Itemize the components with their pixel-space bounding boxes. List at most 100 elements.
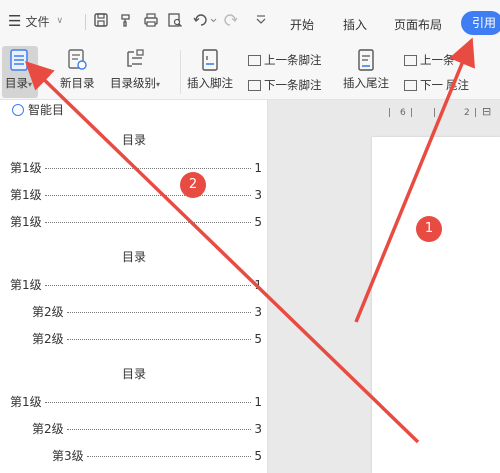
- insert-endnote-button[interactable]: 插入尾注: [343, 48, 389, 91]
- toc-leader-dots: [66, 339, 252, 340]
- toc-entry-page: 3: [254, 305, 262, 319]
- toc-leader-dots: [86, 456, 252, 457]
- ruler-tick: |: [388, 108, 392, 118]
- undo-icon[interactable]: [192, 12, 218, 30]
- prev-footnote-icon: [248, 54, 261, 66]
- divider: [180, 50, 181, 94]
- prev-footnote-label: 上一条脚注: [264, 53, 322, 67]
- toc-entry-text: 第1级: [10, 395, 42, 409]
- toc-style-title: 目录: [121, 133, 146, 147]
- toc-entry[interactable]: 第1级 3: [10, 186, 262, 203]
- toc-leader-dots: [66, 429, 252, 430]
- toc-leader-dots: [44, 285, 252, 286]
- toc-level-button[interactable]: 目录级别▾: [110, 48, 160, 91]
- divider: [85, 14, 86, 30]
- toc-leader-dots: [44, 168, 252, 169]
- file-menu-label: 文件: [25, 14, 50, 29]
- toc-entry[interactable]: 第2级 3: [32, 420, 262, 437]
- toc-entry-text: 第2级: [32, 305, 64, 319]
- toc-leader-dots: [44, 402, 252, 403]
- toc-entry-text: 第1级: [10, 188, 42, 202]
- insert-endnote-label: 插入尾注: [343, 76, 389, 90]
- format-painter-icon[interactable]: [117, 12, 135, 30]
- tab-references[interactable]: 引用: [461, 11, 500, 35]
- ruler-mark: 2: [464, 108, 470, 118]
- ruler-tick: |: [410, 108, 414, 118]
- next-endnote-button[interactable]: 下一 尾注: [404, 77, 469, 93]
- toc-entry-page: 3: [254, 188, 262, 202]
- toc-leader-dots: [44, 195, 252, 196]
- tab-home[interactable]: 开始: [290, 16, 314, 33]
- smart-toc-label: 智能目: [28, 103, 65, 117]
- insert-footnote-label: 插入脚注: [187, 76, 233, 90]
- toc-entry-page: 5: [254, 332, 262, 346]
- toc-leader-dots: [44, 222, 252, 223]
- annotation-badge-1: 1: [416, 216, 442, 242]
- toc-entry[interactable]: 第1级 1: [10, 393, 262, 410]
- toc-entry-page: 1: [254, 395, 262, 409]
- toc-button[interactable]: 目录▾: [5, 48, 32, 91]
- toc-style-title: 目录: [121, 250, 146, 264]
- toc-entry[interactable]: 第1级 1: [10, 276, 262, 293]
- smart-toc-icon: [12, 103, 24, 116]
- next-endnote-icon: [404, 79, 417, 91]
- toc-style-title: 目录: [121, 367, 146, 381]
- toc-entry-page: 1: [254, 278, 262, 292]
- toc-entry-text: 第2级: [32, 422, 64, 436]
- file-menu[interactable]: ☰ 文件 ∨: [8, 12, 63, 30]
- prev-footnote-button[interactable]: 上一条脚注: [248, 52, 322, 68]
- toc-entry[interactable]: 第1级 5: [10, 213, 262, 230]
- toc-entry-page: 5: [254, 449, 262, 463]
- update-toc-icon: [68, 49, 87, 70]
- toc-icon: [9, 49, 28, 71]
- save-icon[interactable]: [92, 12, 110, 30]
- prev-endnote-icon: [404, 54, 417, 66]
- next-endnote-suffix: 尾注: [446, 78, 469, 92]
- ruler-mark: 6: [400, 108, 406, 118]
- toc-entry-page: 5: [254, 215, 262, 229]
- smart-toc-option[interactable]: 智能目: [12, 101, 64, 118]
- insert-endnote-icon: [358, 49, 374, 71]
- menu-icon: ☰: [8, 12, 22, 30]
- customize-toolbar-icon[interactable]: [252, 12, 270, 30]
- prev-endnote-button[interactable]: 上一条: [404, 52, 455, 68]
- ruler-indent-marker-icon[interactable]: ⊟: [482, 105, 491, 118]
- toc-entry[interactable]: 第1级 1: [10, 159, 262, 176]
- toc-entry-text: 第1级: [10, 215, 42, 229]
- toc-entry-text: 第2级: [32, 332, 64, 346]
- update-toc-button[interactable]: 新目录: [60, 48, 95, 91]
- toc-entry-text: 第1级: [10, 161, 42, 175]
- next-endnote-label: 下一: [420, 78, 443, 92]
- toc-entry-page: 3: [254, 422, 262, 436]
- tab-insert[interactable]: 插入: [343, 16, 367, 33]
- annotation-badge-2: 2: [180, 172, 206, 198]
- insert-footnote-button[interactable]: 插入脚注: [187, 48, 233, 91]
- ruler-tick: |: [474, 108, 478, 118]
- toc-entry-text: 第3级: [52, 449, 84, 463]
- ruler: | 6 | | 2 | ⊟: [268, 102, 500, 124]
- chevron-down-icon: ∨: [56, 16, 64, 26]
- print-icon[interactable]: [142, 12, 160, 30]
- ribbon: 目录▾ 新目录 目录级别▾ 插入脚注 上一条脚注 下一条脚注 插入尾注 上一条 …: [0, 44, 500, 100]
- document-page[interactable]: [372, 137, 500, 473]
- next-footnote-button[interactable]: 下一条脚注: [248, 77, 322, 93]
- toc-label: 目录: [5, 76, 28, 90]
- update-toc-label: 新目录: [60, 76, 95, 90]
- toc-entry-text: 第1级: [10, 278, 42, 292]
- toc-entry-page: 1: [254, 161, 262, 175]
- ruler-tick: |: [433, 108, 437, 118]
- next-footnote-label: 下一条脚注: [264, 78, 322, 92]
- toc-entry[interactable]: 第2级 5: [32, 330, 262, 347]
- tab-page-layout[interactable]: 页面布局: [394, 16, 442, 33]
- insert-footnote-icon: [202, 49, 218, 71]
- toc-level-icon: [127, 49, 144, 67]
- toc-leader-dots: [66, 312, 252, 313]
- print-preview-icon[interactable]: [166, 12, 184, 30]
- toc-level-label: 目录级别: [110, 76, 156, 90]
- redo-icon[interactable]: [222, 12, 240, 30]
- toc-entry[interactable]: 第2级 3: [32, 303, 262, 320]
- toc-entry[interactable]: 第3级 5: [52, 447, 262, 464]
- title-toolbar: ☰ 文件 ∨ 开始 插入 页面布局 引用: [0, 0, 500, 44]
- prev-endnote-label: 上一条: [420, 53, 455, 67]
- next-footnote-icon: [248, 79, 261, 91]
